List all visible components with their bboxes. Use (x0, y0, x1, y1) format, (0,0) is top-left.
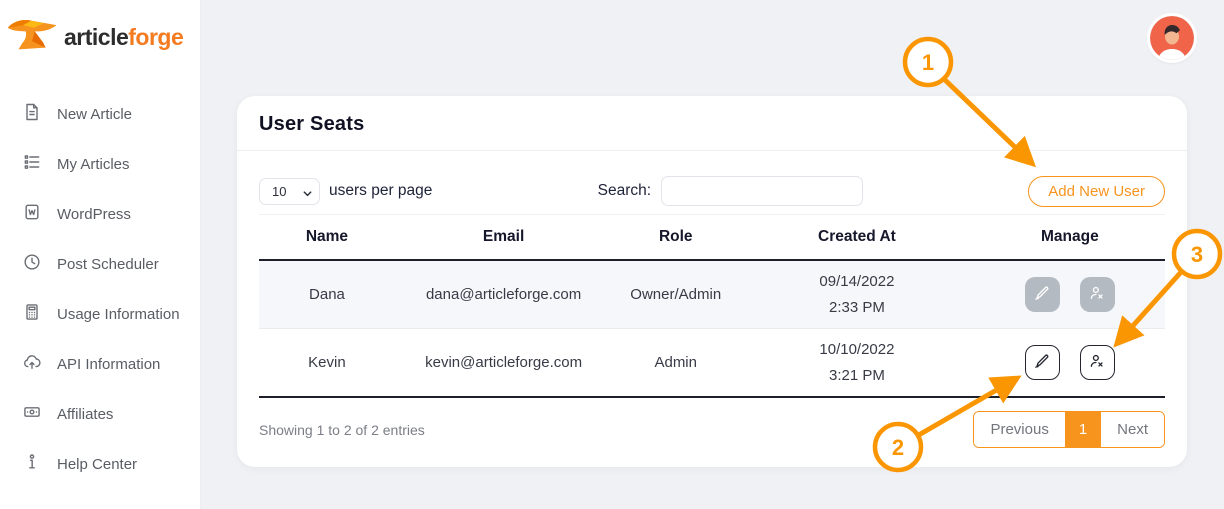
cell-email: kevin@articleforge.com (394, 328, 613, 398)
sidebar-item-usage-information[interactable]: Usage Information (0, 289, 200, 339)
pencil-edit-icon (1033, 284, 1051, 305)
logo-wordmark: articleforge (64, 24, 184, 50)
articleforge-logo[interactable]: articleforge (0, 0, 200, 71)
cell-manage (974, 328, 1165, 398)
annotation-1-number: 1 (922, 50, 934, 75)
edit-user-button[interactable] (1024, 345, 1060, 380)
cell-email: dana@articleforge.com (394, 260, 613, 329)
user-avatar[interactable] (1150, 16, 1194, 60)
column-header-created-at: Created At (739, 214, 975, 261)
remove-user-button-disabled (1079, 277, 1115, 312)
sidebar-item-help-center[interactable]: Help Center (0, 439, 200, 489)
page-size-select-wrap: 10 (259, 177, 320, 205)
wordpress-icon (22, 202, 42, 226)
add-new-user-button[interactable]: Add New User (1028, 175, 1165, 207)
pagination: Previous 1 Next (973, 411, 1165, 448)
table-row: Kevin kevin@articleforge.com Admin 10/10… (259, 328, 1165, 398)
sidebar-menu: New Article My Articles WordPress Post S… (0, 89, 200, 489)
usage-information-icon (22, 302, 42, 326)
user-seats-card: User Seats 10 users per page Search: Add… (237, 96, 1187, 467)
cell-role: Owner/Admin (612, 260, 740, 329)
sidebar-item-label: Post Scheduler (57, 255, 159, 273)
affiliates-icon (22, 402, 42, 426)
sidebar-item-label: WordPress (57, 205, 131, 223)
sidebar-item-new-article[interactable]: New Article (0, 89, 200, 139)
sidebar-item-api-information[interactable]: API Information (0, 339, 200, 389)
user-seats-table: Name Email Role Created At Manage Dana d… (259, 214, 1165, 398)
user-x-icon (1088, 284, 1106, 305)
sidebar-item-post-scheduler[interactable]: Post Scheduler (0, 239, 200, 289)
sidebar-item-affiliates[interactable]: Affiliates (0, 389, 200, 439)
sidebar: articleforge New Article My Articles Wor… (0, 0, 201, 509)
sidebar-item-wordpress[interactable]: WordPress (0, 189, 200, 239)
column-header-role: Role (612, 214, 740, 261)
table-row: Dana dana@articleforge.com Owner/Admin 0… (259, 260, 1165, 329)
previous-page-button[interactable]: Previous (974, 412, 1065, 447)
created-date: 09/14/2022 (819, 273, 895, 290)
table-header-row: Name Email Role Created At Manage (259, 214, 1165, 261)
post-scheduler-icon (22, 252, 42, 276)
sidebar-item-my-articles[interactable]: My Articles (0, 139, 200, 189)
created-date: 10/10/2022 (819, 341, 895, 358)
cell-created-at: 10/10/2022 3:21 PM (739, 328, 975, 398)
created-time: 2:33 PM (828, 298, 885, 316)
table-footer: Showing 1 to 2 of 2 entries Previous 1 N… (259, 411, 1165, 448)
entries-summary: Showing 1 to 2 of 2 entries (259, 421, 425, 438)
cell-manage (974, 260, 1165, 329)
my-articles-icon (22, 152, 42, 176)
table-controls: 10 users per page Search: Add New User (259, 175, 1165, 207)
cell-created-at: 09/14/2022 2:33 PM (739, 260, 975, 329)
search-group: Search: (597, 176, 864, 206)
cell-name: Kevin (259, 328, 395, 398)
annotation-3-number: 3 (1191, 242, 1203, 267)
pencil-edit-icon (1033, 352, 1051, 373)
api-information-icon (22, 352, 42, 376)
current-page-button[interactable]: 1 (1064, 412, 1102, 447)
anvil-logo-icon (6, 14, 60, 61)
cell-role: Admin (612, 328, 740, 398)
edit-user-button-disabled (1024, 277, 1060, 312)
new-article-icon (22, 102, 42, 126)
page-size-label: users per page (329, 182, 433, 199)
sidebar-item-label: Help Center (57, 455, 138, 473)
created-time: 3:21 PM (828, 366, 885, 384)
sidebar-item-label: New Article (57, 105, 133, 123)
sidebar-item-label: My Articles (57, 155, 130, 173)
column-header-email: Email (394, 214, 613, 261)
remove-user-button[interactable] (1079, 345, 1115, 380)
page-title: User Seats (237, 96, 1187, 151)
next-page-button[interactable]: Next (1101, 412, 1164, 447)
help-center-icon (22, 452, 42, 476)
sidebar-item-label: Usage Information (57, 305, 180, 323)
cell-name: Dana (259, 260, 395, 329)
column-header-name: Name (259, 214, 395, 261)
search-input[interactable] (661, 176, 864, 206)
search-label: Search: (597, 182, 652, 199)
column-header-manage: Manage (974, 214, 1165, 261)
sidebar-item-label: Affiliates (57, 405, 114, 423)
sidebar-item-label: API Information (57, 355, 161, 373)
user-x-icon (1088, 352, 1106, 373)
page-size-select[interactable]: 10 (259, 177, 320, 205)
